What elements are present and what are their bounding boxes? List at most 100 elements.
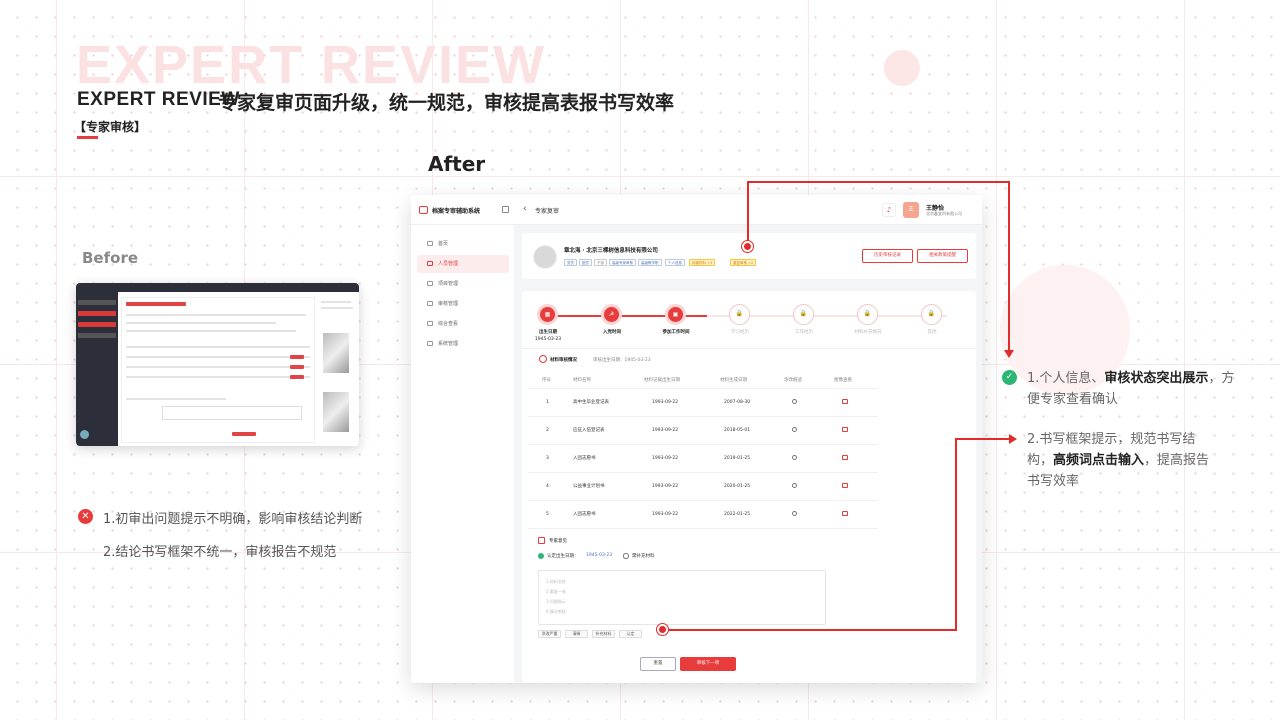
connector-line [955, 438, 1009, 440]
sidebar-item-people[interactable]: 人员管理 [417, 255, 509, 273]
keyword-chip[interactable]: 涂改严重 [538, 630, 561, 638]
before-sidebar [76, 292, 118, 446]
subtitle: 【专家审核】 [74, 120, 147, 134]
back-icon[interactable]: ‹ [523, 204, 527, 214]
image-view-icon[interactable] [842, 483, 848, 488]
warning-tag[interactable]: 存疑材料 +3 [689, 259, 716, 266]
keyword-chip[interactable]: 清晰 [565, 630, 588, 638]
marker-dot [657, 624, 668, 635]
image-view-icon[interactable] [842, 399, 848, 404]
alteration-radio[interactable] [792, 399, 797, 404]
lock-icon: 🔒 [729, 304, 750, 325]
user-org: 北京鑫宜科有限公司 [926, 211, 962, 216]
check-icon: ✓ [1002, 370, 1017, 385]
sidebar-item-projects[interactable]: 项目管理 [417, 275, 509, 293]
review-card: ▦ ☭ ▣ 🔒 🔒 🔒 🔒 出生日期 1945-03-23 入党时间 参加工作时… [522, 291, 976, 683]
table-row[interactable]: 2 应征入伍登记表 1993-09-22 2018-05-01 [528, 417, 878, 445]
alteration-radio[interactable] [792, 427, 797, 432]
step-work-icon[interactable]: ▣ [665, 304, 686, 325]
after-label: After [428, 152, 486, 176]
keyword-chip[interactable]: 补充材料 [592, 630, 615, 638]
policy-reminder-button[interactable]: 相关政策提醒 [917, 249, 968, 263]
step-label: 参加工作时间 [662, 330, 690, 335]
before-label: Before [82, 249, 139, 267]
sidebar-item-overview[interactable]: 综合查看 [417, 315, 509, 333]
table-row[interactable]: 3 入团志愿书 1993-09-22 2019-01-25 [528, 445, 878, 473]
keyword-chip[interactable]: 认定 [619, 630, 642, 638]
supplement-radio[interactable] [623, 553, 629, 559]
title-cn: 专家复审页面升级，统一规范，审核提高表报书写效率 [218, 92, 675, 114]
arrow-right-icon [1009, 434, 1017, 444]
collapse-icon[interactable] [502, 206, 509, 213]
issue-text: 2.结论书写框架不统一，审核报告不规范 [103, 545, 337, 560]
before-right-panel [319, 297, 355, 443]
table-row[interactable]: 5 入团志愿书 1993-09-22 2022-01-25 [528, 501, 878, 529]
opinion-textarea[interactable]: 1.材料名称 2.重复一致 3.问题指示 4.情况审核 [538, 570, 826, 625]
issue-text: 1.初审出问题提示不明确，影响审核结论判断 [103, 512, 363, 527]
materials-table: 序号 材料名称 材料记载出生日期 材料生成日期 涂改痕迹 图像查看 1 高中生毕… [528, 372, 878, 529]
alteration-radio[interactable] [792, 455, 797, 460]
confirm-label: 认定出生日期： [547, 554, 579, 559]
lock-icon: 🔒 [857, 304, 878, 325]
supplement-label: 需补充材料 [632, 554, 655, 559]
people-icon [427, 261, 433, 266]
sidebar-item-system[interactable]: 系统管理 [417, 335, 509, 353]
step-date: 1945-03-23 [534, 337, 562, 342]
alteration-radio[interactable] [792, 511, 797, 516]
profile-tag: 个人信息 [665, 259, 685, 266]
project-icon [427, 281, 433, 286]
before-nav-item [78, 322, 116, 327]
connector-line [1008, 181, 1010, 351]
image-view-icon[interactable] [842, 455, 848, 460]
step-label: 学习经历 [731, 330, 749, 335]
arrow-down-icon [1004, 350, 1014, 358]
materials-title: 材料审核情况 [550, 358, 577, 363]
materials-subtitle: 审核出生日期：1945-03-23 [593, 358, 651, 363]
sidebar: 首页 人员管理 项目管理 审核管理 综合查看 系统管理 [411, 225, 514, 683]
lock-icon: 🔒 [921, 304, 942, 325]
warning-tag[interactable]: 重复审核 +2 [730, 259, 757, 266]
alteration-radio[interactable] [792, 483, 797, 488]
profile-tag: 干部 [594, 259, 607, 266]
confirm-radio-checked[interactable] [538, 553, 544, 559]
improvement-note-1: 1.个人信息、审核状态突出展示，方便专家查看确认 [1027, 371, 1235, 407]
reset-button[interactable]: 重置 [640, 657, 676, 671]
profile-card: 章北海 · 北京三棵树信息科技有限公司 党员 团员 干部 高级专家审核 高级教学… [522, 233, 976, 279]
sidebar-item-review[interactable]: 审核管理 [417, 295, 509, 313]
profile-tag: 团员 [579, 259, 592, 266]
next-review-button[interactable]: 审核下一项 [680, 657, 736, 671]
connector-line [747, 181, 749, 247]
before-nav-item [78, 311, 116, 316]
step-label: 出生日期 [539, 330, 557, 335]
person-name: 章北海 · 北京三棵树信息科技有限公司 [564, 248, 658, 254]
before-screenshot [76, 283, 359, 446]
confirm-value: 1945-03-23 [586, 553, 613, 558]
connector-line [955, 438, 957, 631]
profile-tag: 党员 [564, 259, 577, 266]
image-view-icon[interactable] [842, 427, 848, 432]
after-screenshot: 档案专审辅助系统 ‹ 专家复审 ♪ 王 王静怡 北京鑫宜科有限公司 首页 人员管… [411, 195, 982, 683]
before-nav-item [78, 333, 116, 338]
bell-icon[interactable]: ♪ [882, 203, 896, 217]
step-party-icon[interactable]: ☭ [601, 304, 622, 325]
step-birth-icon[interactable]: ▦ [537, 304, 558, 325]
accent-bar [77, 136, 98, 139]
title-en: EXPERT REVIEW [77, 89, 240, 110]
step-label: 材料补充情况 [854, 330, 882, 335]
app-title: 档案专审辅助系统 [432, 208, 481, 215]
step-label: 其他 [927, 330, 937, 335]
history-button[interactable]: 历史审核记录 [862, 249, 913, 263]
before-nav-item [78, 300, 116, 305]
avatar[interactable]: 王 [903, 202, 919, 218]
table-row[interactable]: 4 公益事业计划书 1993-09-22 2020-01-25 [528, 473, 878, 501]
review-icon [427, 301, 433, 306]
connector-line [662, 629, 957, 631]
before-avatar [80, 430, 89, 439]
before-topbar [76, 283, 359, 292]
image-view-icon[interactable] [842, 511, 848, 516]
page-title: 专家复审 [535, 208, 560, 215]
table-row[interactable]: 1 高中生毕业登记表 1993-09-22 2007-08-30 [528, 389, 878, 417]
sidebar-item-home[interactable]: 首页 [417, 235, 509, 253]
person-avatar [533, 245, 557, 269]
home-icon [427, 241, 433, 246]
